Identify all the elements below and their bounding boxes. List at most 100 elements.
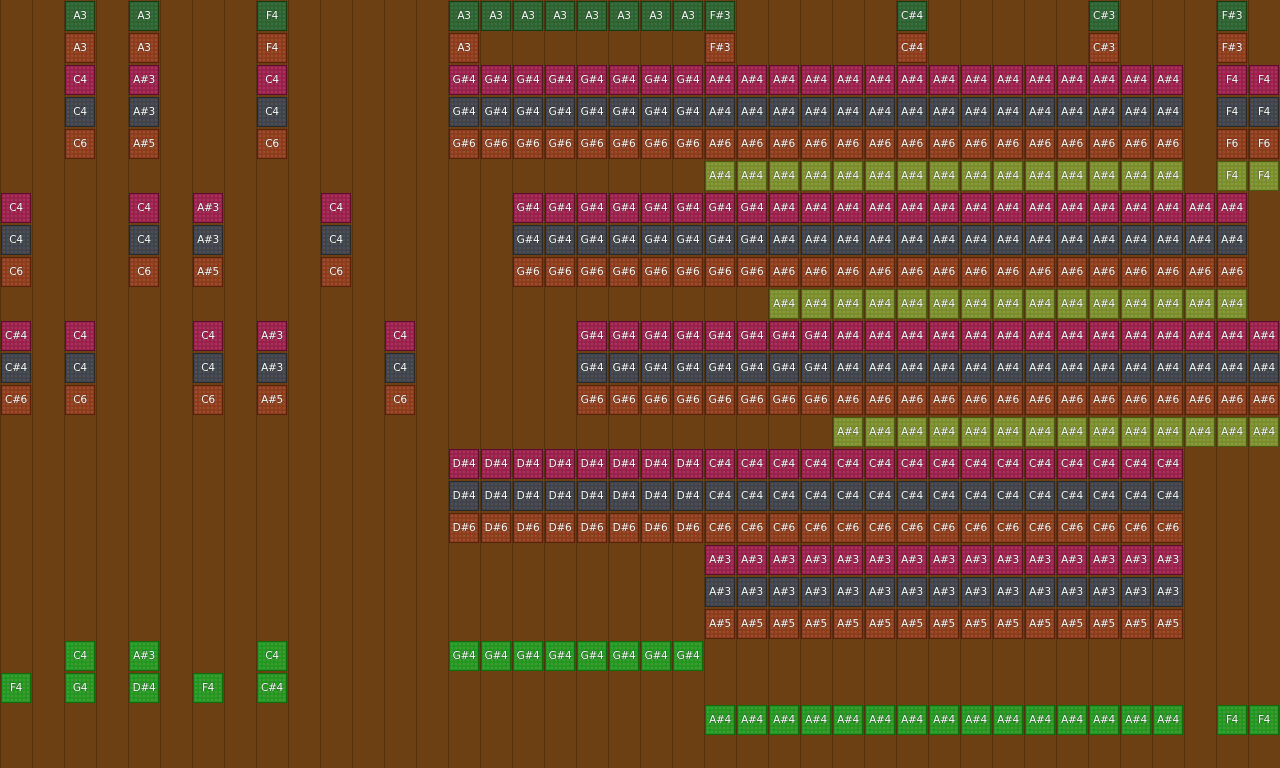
note-block[interactable]: A#4 xyxy=(865,65,895,95)
note-block[interactable]: G#4 xyxy=(673,321,703,351)
note-block[interactable]: A#4 xyxy=(1025,705,1055,735)
note-block[interactable]: G#4 xyxy=(673,97,703,127)
note-block[interactable]: G#4 xyxy=(513,193,543,223)
note-block[interactable]: A3 xyxy=(577,1,607,31)
note-block[interactable]: G#4 xyxy=(705,353,735,383)
note-block[interactable]: C#4 xyxy=(705,449,735,479)
note-block[interactable]: C#4 xyxy=(1,353,31,383)
note-block[interactable]: A#6 xyxy=(929,257,959,287)
note-block[interactable]: C4 xyxy=(1,225,31,255)
note-block[interactable]: D#4 xyxy=(577,449,607,479)
note-block[interactable]: C#4 xyxy=(1025,449,1055,479)
note-block[interactable]: A#4 xyxy=(769,193,799,223)
note-block[interactable]: A#4 xyxy=(961,65,991,95)
note-block[interactable]: A#6 xyxy=(1185,385,1215,415)
note-block[interactable]: A#4 xyxy=(833,353,863,383)
note-block[interactable]: C#4 xyxy=(801,481,831,511)
note-block[interactable]: A#4 xyxy=(1025,65,1055,95)
note-block[interactable]: A#5 xyxy=(961,609,991,639)
note-block[interactable]: A#3 xyxy=(833,545,863,575)
note-block[interactable]: A3 xyxy=(449,1,479,31)
note-block[interactable]: G4 xyxy=(65,673,95,703)
note-block[interactable]: D#4 xyxy=(513,449,543,479)
note-block[interactable]: A#4 xyxy=(897,97,927,127)
note-block[interactable]: A#6 xyxy=(897,257,927,287)
note-block[interactable]: C6 xyxy=(65,385,95,415)
note-block[interactable]: A#6 xyxy=(929,129,959,159)
note-block[interactable]: A#4 xyxy=(1217,321,1247,351)
note-block[interactable]: A3 xyxy=(65,1,95,31)
note-block[interactable]: G#4 xyxy=(577,321,607,351)
note-block[interactable]: C4 xyxy=(321,193,351,223)
note-block[interactable]: F4 xyxy=(1217,97,1247,127)
note-block[interactable]: G#4 xyxy=(609,193,639,223)
note-block[interactable]: C#4 xyxy=(737,481,767,511)
note-block[interactable]: A#4 xyxy=(961,353,991,383)
note-block[interactable]: G#4 xyxy=(673,65,703,95)
note-block[interactable]: A#5 xyxy=(257,385,287,415)
note-block[interactable]: G#4 xyxy=(641,321,671,351)
note-block[interactable]: A#3 xyxy=(193,225,223,255)
note-block[interactable]: A#4 xyxy=(737,65,767,95)
note-block[interactable]: A#3 xyxy=(801,545,831,575)
note-block[interactable]: G#4 xyxy=(577,193,607,223)
note-block[interactable]: A#3 xyxy=(1153,577,1183,607)
note-block[interactable]: A#4 xyxy=(1057,225,1087,255)
note-block[interactable]: A#6 xyxy=(801,257,831,287)
note-block[interactable]: C4 xyxy=(385,321,415,351)
note-block[interactable]: A#5 xyxy=(1089,609,1119,639)
note-block[interactable]: G#4 xyxy=(641,353,671,383)
note-block[interactable]: C#6 xyxy=(1089,513,1119,543)
note-block[interactable]: A3 xyxy=(641,1,671,31)
note-block[interactable]: G#4 xyxy=(641,225,671,255)
note-block[interactable]: A#4 xyxy=(929,417,959,447)
note-block[interactable]: D#4 xyxy=(545,449,575,479)
note-block[interactable]: A#3 xyxy=(1057,577,1087,607)
note-block[interactable]: D#6 xyxy=(577,513,607,543)
note-block[interactable]: G#4 xyxy=(705,225,735,255)
note-block[interactable]: A#4 xyxy=(801,161,831,191)
note-block[interactable]: G#6 xyxy=(673,257,703,287)
note-block[interactable]: G#4 xyxy=(481,641,511,671)
note-block[interactable]: A#4 xyxy=(993,161,1023,191)
note-block[interactable]: A#4 xyxy=(1025,193,1055,223)
note-block[interactable]: F4 xyxy=(193,673,223,703)
note-block[interactable]: C#6 xyxy=(737,513,767,543)
note-block[interactable]: G#6 xyxy=(577,385,607,415)
note-block[interactable]: G#6 xyxy=(673,385,703,415)
note-block[interactable]: A#3 xyxy=(737,577,767,607)
note-block[interactable]: C4 xyxy=(193,321,223,351)
note-block[interactable]: A#4 xyxy=(801,225,831,255)
note-block[interactable]: A#6 xyxy=(737,129,767,159)
note-block[interactable]: A#3 xyxy=(865,545,895,575)
note-block[interactable]: F#3 xyxy=(705,1,735,31)
note-block[interactable]: A#4 xyxy=(865,289,895,319)
note-block[interactable]: A#5 xyxy=(993,609,1023,639)
note-block[interactable]: A#6 xyxy=(897,385,927,415)
note-block[interactable]: D#4 xyxy=(673,449,703,479)
note-block[interactable]: A#3 xyxy=(257,353,287,383)
note-block[interactable]: A#3 xyxy=(129,641,159,671)
note-block[interactable]: G#4 xyxy=(705,193,735,223)
note-block[interactable]: A#4 xyxy=(897,225,927,255)
note-block[interactable]: C6 xyxy=(321,257,351,287)
note-block[interactable]: A#3 xyxy=(705,545,735,575)
note-block[interactable]: C#4 xyxy=(1057,481,1087,511)
note-block[interactable]: G#6 xyxy=(609,257,639,287)
note-block[interactable]: A#6 xyxy=(961,385,991,415)
note-block[interactable]: A#4 xyxy=(929,225,959,255)
note-block[interactable]: A#4 xyxy=(833,161,863,191)
note-block[interactable]: A#4 xyxy=(833,97,863,127)
note-block[interactable]: A#4 xyxy=(865,225,895,255)
note-block[interactable]: A#6 xyxy=(1089,385,1119,415)
note-block[interactable]: G#4 xyxy=(609,65,639,95)
note-block[interactable]: G#4 xyxy=(609,353,639,383)
note-block[interactable]: G#4 xyxy=(481,97,511,127)
note-block[interactable]: A#4 xyxy=(865,193,895,223)
note-block[interactable]: C4 xyxy=(193,353,223,383)
note-block[interactable]: C4 xyxy=(129,193,159,223)
note-block[interactable]: D#4 xyxy=(641,449,671,479)
note-block[interactable]: F#3 xyxy=(1217,33,1247,63)
note-block[interactable]: A#4 xyxy=(1089,225,1119,255)
note-block[interactable]: A#4 xyxy=(993,97,1023,127)
